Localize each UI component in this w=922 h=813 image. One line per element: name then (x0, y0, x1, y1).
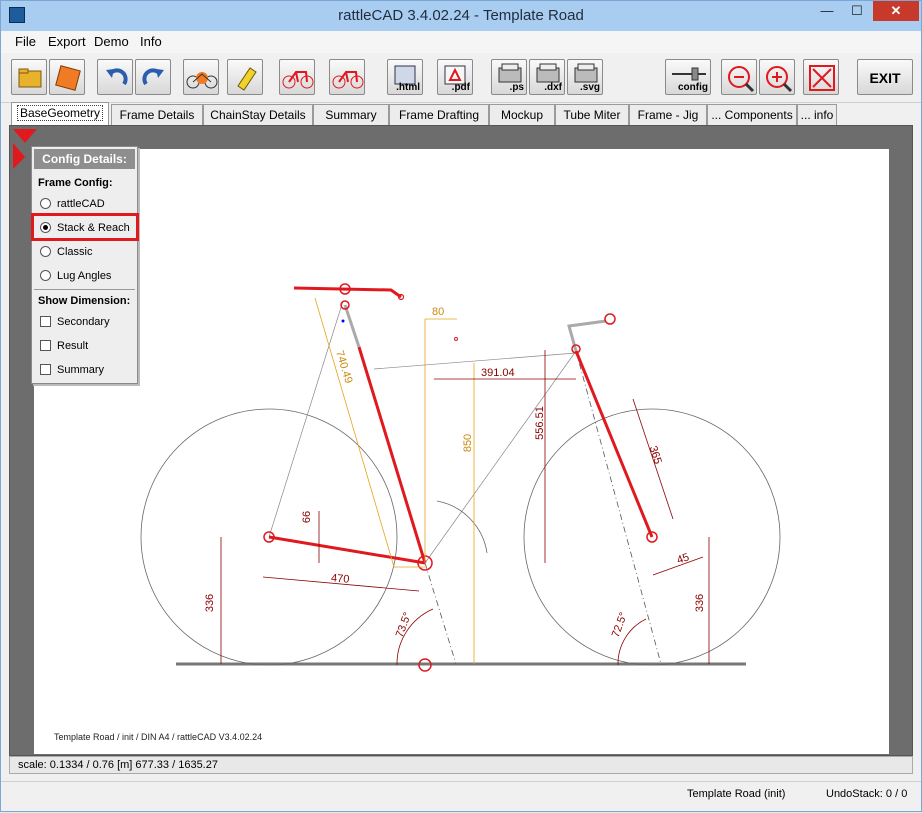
tab-frame-jig[interactable]: Frame - Jig (629, 104, 707, 126)
project-status: Template Road (init) (687, 788, 786, 800)
show-dimension-label: Show Dimension: (38, 295, 131, 307)
tab-tube-miter[interactable]: Tube Miter (555, 104, 629, 126)
frame-config-rattlecad[interactable]: rattleCAD (40, 195, 134, 213)
menu-info[interactable]: Info (140, 34, 162, 49)
tab-mockup[interactable]: Mockup (489, 104, 555, 126)
config-button[interactable]: config (665, 59, 711, 95)
drawing-footer: Template Road / init / DIN A4 / rattleCA… (54, 732, 263, 742)
render-bike-button[interactable] (183, 59, 219, 95)
frame-config-lug-angles[interactable]: Lug Angles (40, 267, 134, 285)
export-svg-button[interactable]: .svg (567, 59, 603, 95)
status-bar: scale: 0.1334 / 0.76 [m] 677.33 / 1635.2… (9, 756, 913, 774)
option-label: Summary (57, 364, 105, 376)
radio-icon (40, 246, 51, 257)
minimize-button[interactable]: — (813, 1, 841, 21)
dimension-result[interactable]: Result (40, 337, 134, 355)
export-pdf-button[interactable]: .pdf (437, 59, 473, 95)
undo-stack-status: UndoStack: 0 / 0 (826, 788, 908, 800)
tab-chainstay-details[interactable]: ChainStay Details (203, 104, 313, 126)
undo-button[interactable] (97, 59, 133, 95)
panel-divider (34, 289, 135, 290)
drawing-sheet[interactable] (34, 149, 889, 754)
option-label: rattleCAD (57, 198, 105, 210)
radio-icon (40, 198, 51, 209)
fit-view-icon (809, 65, 835, 91)
ps-export-label: .ps (509, 82, 524, 93)
zoom-out-button[interactable] (721, 59, 757, 95)
bike-view-button[interactable] (279, 59, 315, 95)
menu-demo[interactable]: Demo (94, 34, 129, 49)
export-ps-button[interactable]: .ps (491, 59, 527, 95)
cleanup-icon (237, 67, 257, 91)
checkbox-icon (40, 340, 51, 351)
exit-label: EXIT (869, 70, 901, 86)
zoom-in-icon (766, 66, 793, 93)
bottom-bar: Template Road (init) UndoStack: 0 / 0 (1, 781, 921, 811)
window-title: rattleCAD 3.4.02.24 - Template Road (338, 7, 584, 24)
tab-frame-details[interactable]: Frame Details (111, 104, 203, 126)
config-label: config (678, 82, 708, 93)
checkbox-icon (40, 364, 51, 375)
radio-icon (40, 270, 51, 281)
menu-file[interactable]: File (15, 34, 36, 49)
config-panel-title: Config Details: (34, 149, 135, 169)
save-button[interactable] (49, 59, 85, 95)
bike-red-icon (282, 71, 314, 89)
menu-export[interactable]: Export (48, 34, 86, 49)
title-bar: rattleCAD 3.4.02.24 - Template Road — ☐ … (1, 1, 921, 31)
open-button[interactable] (11, 59, 47, 95)
tab-summary[interactable]: Summary (313, 104, 389, 126)
export-dxf-button[interactable]: .dxf (529, 59, 565, 95)
redo-button[interactable] (135, 59, 171, 95)
app-window: rattleCAD 3.4.02.24 - Template Road — ☐ … (0, 0, 922, 812)
fit-view-button[interactable] (803, 59, 839, 95)
option-label: Lug Angles (57, 270, 112, 282)
drawing-canvas[interactable] (9, 125, 913, 756)
folder-open-icon (18, 68, 42, 88)
html-export-label: .html (396, 82, 420, 93)
tab-frame-drafting[interactable]: Frame Drafting (389, 104, 489, 126)
redo-icon (142, 68, 164, 86)
svg-export-label: .svg (579, 82, 600, 93)
tab-info[interactable]: ... info (797, 104, 837, 126)
dimension-summary[interactable]: Summary (40, 361, 134, 379)
bike-view-button-2[interactable] (329, 59, 365, 95)
tab-basegeometry-label: BaseGeometry (16, 105, 104, 121)
tab-basegeometry[interactable]: BaseGeometry (11, 102, 109, 126)
checkbox-icon (40, 316, 51, 327)
bike-render-icon (186, 72, 218, 89)
bike-red-icon-2 (332, 71, 364, 89)
exit-button[interactable]: EXIT (857, 59, 913, 95)
zoom-out-icon (728, 66, 755, 93)
zoom-in-button[interactable] (759, 59, 795, 95)
close-button[interactable]: ✕ (873, 1, 919, 21)
frame-config-classic[interactable]: Classic (40, 243, 134, 261)
frame-config-label: Frame Config: (38, 177, 113, 189)
tab-components[interactable]: ... Components (707, 104, 797, 126)
menu-bar: File Export Demo Info (1, 31, 921, 53)
option-label: Classic (57, 246, 93, 258)
pdf-export-label: .pdf (451, 82, 470, 93)
cleanup-button[interactable] (227, 59, 263, 95)
dxf-export-label: .dxf (544, 82, 562, 93)
selection-highlight (31, 213, 139, 241)
undo-icon (106, 68, 128, 86)
dimension-secondary[interactable]: Secondary (40, 313, 134, 331)
option-label: Result (57, 340, 89, 352)
export-html-button[interactable]: .html (387, 59, 423, 95)
save-disk-icon (55, 65, 81, 91)
maximize-button[interactable]: ☐ (843, 1, 871, 21)
config-panel: Config Details: Frame Config: rattleCAD … (31, 146, 138, 384)
option-label: Secondary (57, 316, 110, 328)
toolbar: .html .pdf .ps .dxf .svg config EXIT (1, 53, 921, 103)
